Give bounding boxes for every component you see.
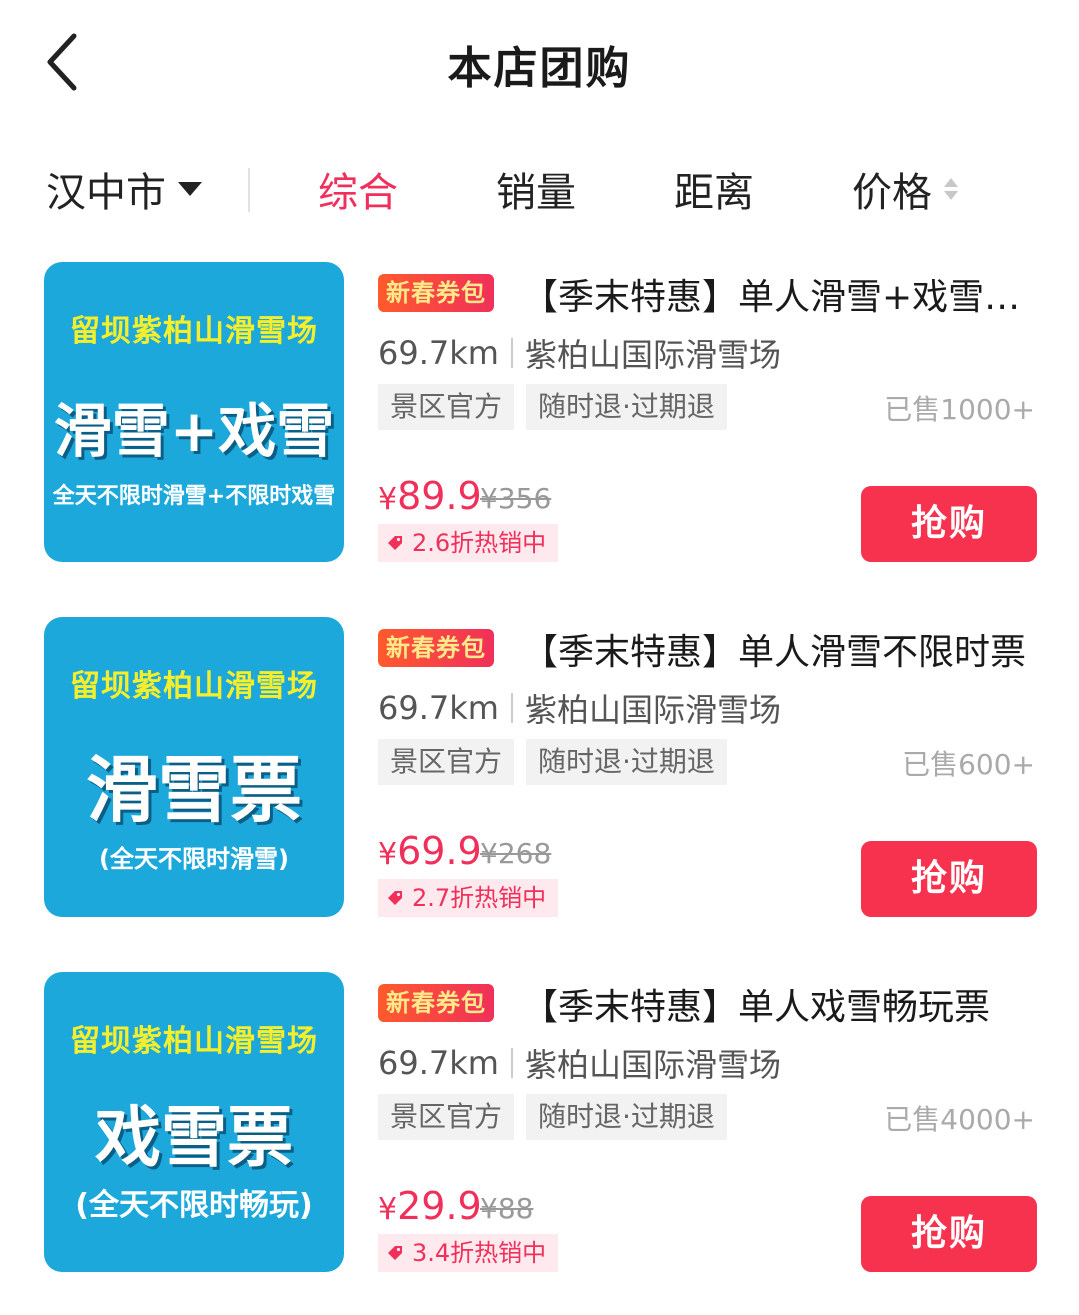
product-card[interactable]: 留坝紫柏山滑雪场 戏雪票 (全天不限时畅玩) 新春券包 【季末特惠】单人戏雪畅玩… bbox=[0, 972, 1079, 1272]
currency-symbol: ¥ bbox=[378, 1192, 398, 1227]
product-image[interactable]: 留坝紫柏山滑雪场 滑雪+戏雪 全天不限时滑雪+不限时戏雪 bbox=[44, 262, 344, 562]
price-tag-icon bbox=[388, 536, 402, 550]
thumb-main-text: 戏雪票 bbox=[95, 1099, 293, 1176]
current-price: ¥69.9 bbox=[378, 829, 482, 873]
discount-text: 2.7折热销中 bbox=[412, 884, 547, 912]
thumb-sub-text: (全天不限时滑雪) bbox=[99, 845, 289, 873]
venue-text: 紫柏山国际滑雪场 bbox=[524, 1046, 781, 1084]
price-value: 69.9 bbox=[397, 829, 482, 873]
product-title[interactable]: 【季末特惠】单人滑雪+戏雪畅玩票 bbox=[522, 268, 1042, 320]
city-label: 汉中市 bbox=[46, 170, 166, 216]
promo-badge: 新春券包 bbox=[378, 274, 494, 312]
current-price: ¥29.9 bbox=[378, 1184, 482, 1228]
distance-text: 69.7km bbox=[378, 689, 499, 727]
currency-symbol: ¥ bbox=[378, 837, 398, 872]
thumb-sub-text: 全天不限时滑雪+不限时戏雪 bbox=[52, 484, 336, 509]
city-selector[interactable]: 汉中市 bbox=[46, 160, 202, 218]
buy-button[interactable]: 抢购 bbox=[861, 486, 1037, 562]
discount-badge: 3.4折热销中 bbox=[378, 1234, 559, 1272]
buy-button[interactable]: 抢购 bbox=[861, 841, 1037, 917]
product-card[interactable]: 留坝紫柏山滑雪场 滑雪+戏雪 全天不限时滑雪+不限时戏雪 新春券包 【季末特惠】… bbox=[0, 262, 1079, 562]
product-location: 69.7km 紫柏山国际滑雪场 bbox=[378, 685, 781, 731]
tag-refund: 随时退·过期退 bbox=[526, 1094, 727, 1140]
header: 本店团购 bbox=[0, 0, 1079, 130]
price-value: 29.9 bbox=[397, 1184, 482, 1228]
caret-down-icon bbox=[178, 182, 202, 196]
thumb-venue-text: 留坝紫柏山滑雪场 bbox=[70, 1024, 318, 1059]
price-value: 89.9 bbox=[397, 474, 482, 518]
page: 本店团购 汉中市 综合 销量 距离 价格 留坝紫柏山滑雪场 滑雪+戏雪 全天不限… bbox=[0, 0, 1079, 1315]
product-title[interactable]: 【季末特惠】单人戏雪畅玩票 bbox=[522, 978, 1042, 1030]
sold-count: 已售1000+ bbox=[884, 393, 1035, 426]
filter-bar: 汉中市 综合 销量 距离 价格 bbox=[0, 150, 1079, 230]
original-price: ¥268 bbox=[480, 837, 552, 870]
price-tag-icon bbox=[388, 891, 402, 905]
distance-text: 69.7km bbox=[378, 334, 499, 372]
discount-text: 2.6折热销中 bbox=[412, 529, 547, 557]
venue-text: 紫柏山国际滑雪场 bbox=[524, 336, 781, 374]
tag-refund: 随时退·过期退 bbox=[526, 739, 727, 785]
thumb-main-text: 滑雪票 bbox=[85, 748, 302, 832]
product-image[interactable]: 留坝紫柏山滑雪场 戏雪票 (全天不限时畅玩) bbox=[44, 972, 344, 1272]
promo-badge: 新春券包 bbox=[378, 629, 494, 667]
page-title: 本店团购 bbox=[447, 43, 632, 94]
divider bbox=[510, 693, 513, 723]
promo-badge: 新春券包 bbox=[378, 984, 494, 1022]
product-location: 69.7km 紫柏山国际滑雪场 bbox=[378, 330, 781, 376]
tab-comprehensive[interactable]: 综合 bbox=[318, 160, 398, 218]
thumb-venue-text: 留坝紫柏山滑雪场 bbox=[70, 314, 318, 349]
current-price: ¥89.9 bbox=[378, 474, 482, 518]
tag-official: 景区官方 bbox=[378, 1094, 515, 1140]
sold-count: 已售4000+ bbox=[884, 1103, 1035, 1136]
discount-badge: 2.7折热销中 bbox=[378, 879, 559, 917]
tag-official: 景区官方 bbox=[378, 739, 515, 785]
product-title[interactable]: 【季末特惠】单人滑雪不限时票 bbox=[522, 623, 1042, 675]
price-tag-icon bbox=[388, 1246, 402, 1260]
tab-sales[interactable]: 销量 bbox=[496, 160, 576, 218]
venue-text: 紫柏山国际滑雪场 bbox=[524, 691, 781, 729]
divider bbox=[248, 168, 250, 212]
distance-text: 69.7km bbox=[378, 1044, 499, 1082]
discount-badge: 2.6折热销中 bbox=[378, 524, 559, 562]
buy-button[interactable]: 抢购 bbox=[861, 1196, 1037, 1272]
original-price: ¥356 bbox=[480, 482, 552, 515]
product-location: 69.7km 紫柏山国际滑雪场 bbox=[378, 1040, 781, 1086]
tag-refund: 随时退·过期退 bbox=[526, 384, 727, 430]
thumb-venue-text: 留坝紫柏山滑雪场 bbox=[70, 669, 318, 704]
product-card[interactable]: 留坝紫柏山滑雪场 滑雪票 (全天不限时滑雪) 新春券包 【季末特惠】单人滑雪不限… bbox=[0, 617, 1079, 917]
thumb-sub-text: (全天不限时畅玩) bbox=[75, 1188, 313, 1223]
thumb-main-text: 滑雪+戏雪 bbox=[53, 397, 335, 465]
divider bbox=[510, 338, 513, 368]
sort-icon bbox=[944, 178, 958, 200]
tab-price[interactable]: 价格 bbox=[852, 160, 958, 218]
currency-symbol: ¥ bbox=[378, 482, 398, 517]
discount-text: 3.4折热销中 bbox=[412, 1239, 547, 1267]
product-image[interactable]: 留坝紫柏山滑雪场 滑雪票 (全天不限时滑雪) bbox=[44, 617, 344, 917]
tab-price-label: 价格 bbox=[852, 170, 932, 216]
tag-official: 景区官方 bbox=[378, 384, 515, 430]
divider bbox=[510, 1048, 513, 1078]
tab-distance[interactable]: 距离 bbox=[674, 160, 754, 218]
sold-count: 已售600+ bbox=[902, 748, 1035, 781]
original-price: ¥88 bbox=[480, 1192, 534, 1225]
